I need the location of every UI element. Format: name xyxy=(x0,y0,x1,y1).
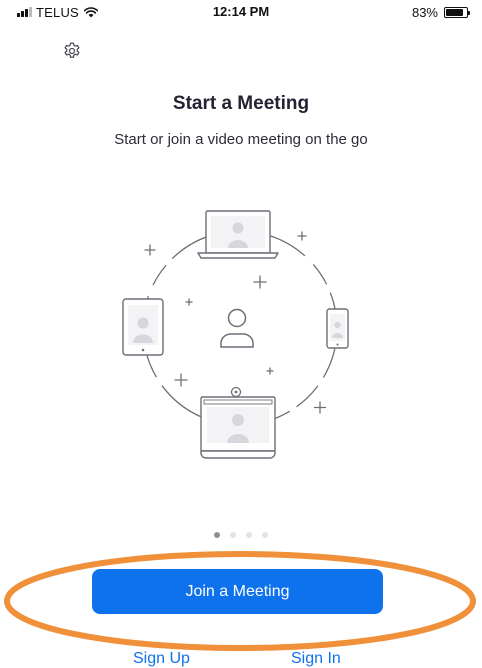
sign-up-link[interactable]: Sign Up xyxy=(133,650,190,668)
battery-percentage: 83% xyxy=(411,5,438,20)
page-dot xyxy=(214,532,220,538)
settings-button[interactable] xyxy=(59,38,85,64)
user-icon xyxy=(220,308,254,348)
status-bar: TELUS 12:14 PM 83% xyxy=(0,0,482,26)
page-subtitle: Start or join a video meeting on the go xyxy=(114,131,368,148)
gear-icon xyxy=(64,42,80,58)
page-indicator xyxy=(0,532,482,538)
status-bar-right: 83% xyxy=(411,5,470,20)
sign-in-link[interactable]: Sign In xyxy=(291,650,341,668)
page-dot xyxy=(262,532,268,538)
phone-icon xyxy=(326,308,349,349)
sparkle-decorations xyxy=(144,231,327,414)
status-bar-time: 12:14 PM xyxy=(212,4,270,19)
page-dot xyxy=(246,532,252,538)
meeting-devices-illustration xyxy=(122,210,349,459)
battery-icon xyxy=(444,7,470,18)
desktop-monitor-icon xyxy=(200,386,276,459)
laptop-icon xyxy=(197,210,279,259)
join-meeting-button[interactable]: Join a Meeting xyxy=(92,569,383,614)
page-dot xyxy=(230,532,236,538)
tablet-icon xyxy=(122,298,164,356)
page-title: Start a Meeting xyxy=(172,93,310,114)
